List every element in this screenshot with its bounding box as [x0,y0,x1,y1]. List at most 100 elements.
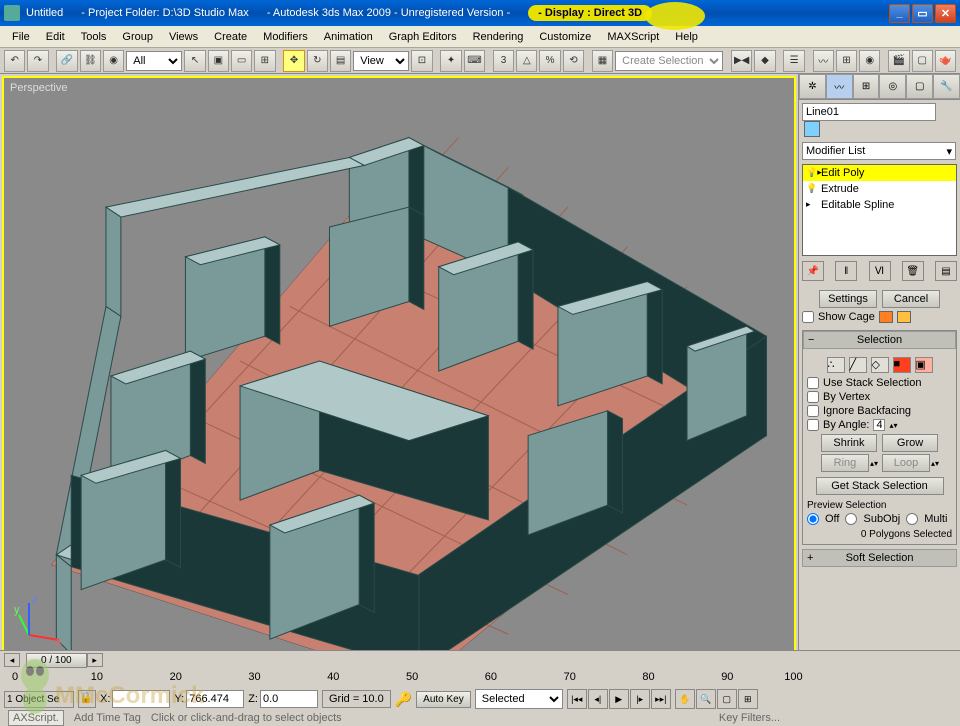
loop-button[interactable]: Loop [882,454,930,472]
by-vertex-checkbox[interactable] [807,391,819,403]
grow-button[interactable]: Grow [882,434,938,452]
scale-button[interactable]: ▤ [330,50,351,72]
object-color-swatch[interactable] [804,121,820,137]
manipulate-button[interactable]: ✦ [440,50,461,72]
lock-button[interactable]: 🔒 [78,690,96,708]
stack-editable-spline[interactable]: ▸Editable Spline [803,197,956,213]
menu-group[interactable]: Group [114,28,161,46]
modify-tab[interactable]: 〰 [826,74,853,99]
selection-filter[interactable]: All [126,51,182,71]
edge-subobj[interactable]: ╱ [849,357,867,373]
layers-button[interactable]: ☰ [783,50,804,72]
schematic-button[interactable]: ⊞ [836,50,857,72]
make-unique-button[interactable]: Ⅵ [869,261,891,281]
border-subobj[interactable]: ◇ [871,357,889,373]
object-name-input[interactable] [802,103,936,121]
play-button[interactable]: ▶ [609,689,629,709]
use-stack-checkbox[interactable] [807,377,819,389]
autokey-button[interactable]: Auto Key [416,691,471,708]
menu-tools[interactable]: Tools [73,28,115,46]
link-button[interactable]: 🔗 [56,50,77,72]
align-button[interactable]: ◆ [754,50,775,72]
key-filters-button[interactable]: Key Filters... [719,712,780,724]
ignore-backfacing-checkbox[interactable] [807,405,819,417]
menu-help[interactable]: Help [667,28,706,46]
menu-grapheditors[interactable]: Graph Editors [381,28,465,46]
mirror-button[interactable]: ▶◀ [731,50,752,72]
cage-color2[interactable] [897,311,911,323]
spinner-snap-button[interactable]: ⟲ [563,50,584,72]
vertex-subobj[interactable]: ∴ [827,357,845,373]
get-stack-button[interactable]: Get Stack Selection [816,477,944,495]
window-crossing-button[interactable]: ⊞ [254,50,275,72]
bind-button[interactable]: ◉ [103,50,124,72]
pin-stack-button[interactable]: 📌 [802,261,824,281]
y-coord-input[interactable] [186,690,244,708]
x-coord-input[interactable] [112,690,170,708]
settings-button[interactable]: Settings [819,290,877,308]
goto-start-button[interactable]: |◂◂ [567,689,587,709]
close-button[interactable]: ✕ [935,4,956,23]
snap-button[interactable]: 3 [493,50,514,72]
unlink-button[interactable]: ⛓ [80,50,101,72]
cancel-button[interactable]: Cancel [882,290,940,308]
move-button[interactable]: ✥ [283,50,304,72]
polygon-subobj[interactable]: ■ [893,357,911,373]
time-next[interactable]: ▸ [87,653,103,667]
ring-button[interactable]: Ring [821,454,869,472]
nav-4[interactable]: ⊞ [738,689,758,709]
create-tab[interactable]: ✲ [799,74,826,99]
material-button[interactable]: ◉ [859,50,880,72]
angle-snap-button[interactable]: △ [516,50,537,72]
maximize-button[interactable]: ▭ [912,4,933,23]
stack-edit-poly[interactable]: 💡▸Edit Poly [803,165,956,181]
menu-modifiers[interactable]: Modifiers [255,28,316,46]
menu-animation[interactable]: Animation [316,28,381,46]
preview-multi-radio[interactable] [906,513,918,525]
preview-subobj-radio[interactable] [845,513,857,525]
perspective-viewport[interactable]: Perspective [2,76,796,672]
cage-color1[interactable] [879,311,893,323]
nav-1[interactable]: ✋ [675,689,695,709]
menu-views[interactable]: Views [161,28,206,46]
show-cage-checkbox[interactable] [802,311,814,323]
stack-extrude[interactable]: 💡Extrude [803,181,956,197]
menu-edit[interactable]: Edit [38,28,73,46]
by-angle-checkbox[interactable] [807,419,819,431]
selection-rollout-header[interactable]: −Selection [803,331,956,349]
utilities-tab[interactable]: 🔧 [933,74,960,99]
next-frame-button[interactable]: |▸ [630,689,650,709]
goto-end-button[interactable]: ▸▸| [651,689,671,709]
select-name-button[interactable]: ▣ [208,50,229,72]
menu-customize[interactable]: Customize [531,28,599,46]
remove-modifier-button[interactable]: 🗑 [902,261,924,281]
configure-button[interactable]: ▤ [935,261,957,281]
render-setup-button[interactable]: 🎬 [888,50,909,72]
named-sel-button[interactable]: ▦ [592,50,613,72]
time-ruler[interactable]: 0 10 20 30 40 50 60 70 80 90 100 [12,669,800,687]
hierarchy-tab[interactable]: ⊞ [853,74,880,99]
menu-create[interactable]: Create [206,28,255,46]
curve-editor-button[interactable]: 〰 [813,50,834,72]
element-subobj[interactable]: ▣ [915,357,933,373]
select-rect-button[interactable]: ▭ [231,50,252,72]
rotate-button[interactable]: ↻ [307,50,328,72]
pivot-button[interactable]: ⊡ [411,50,432,72]
render-button[interactable]: 🫖 [935,50,956,72]
display-tab[interactable]: ▢ [906,74,933,99]
preview-off-radio[interactable] [807,513,819,525]
modifier-stack[interactable]: 💡▸Edit Poly 💡Extrude ▸Editable Spline [802,164,957,256]
time-slider[interactable]: ◂ 0 / 100 ▸ [0,651,960,669]
z-coord-input[interactable] [260,690,318,708]
menu-rendering[interactable]: Rendering [465,28,532,46]
soft-selection-header[interactable]: +Soft Selection [802,549,957,567]
named-sel-set[interactable]: Create Selection Set [615,51,723,71]
undo-button[interactable]: ↶ [4,50,25,72]
select-button[interactable]: ↖ [184,50,205,72]
key-mode-select[interactable]: Selected [475,689,563,709]
menu-maxscript[interactable]: MAXScript [599,28,667,46]
angle-input[interactable] [873,419,885,431]
percent-snap-button[interactable]: % [539,50,560,72]
script-label[interactable]: AXScript. [8,710,64,726]
ref-coord-system[interactable]: View [353,51,409,71]
